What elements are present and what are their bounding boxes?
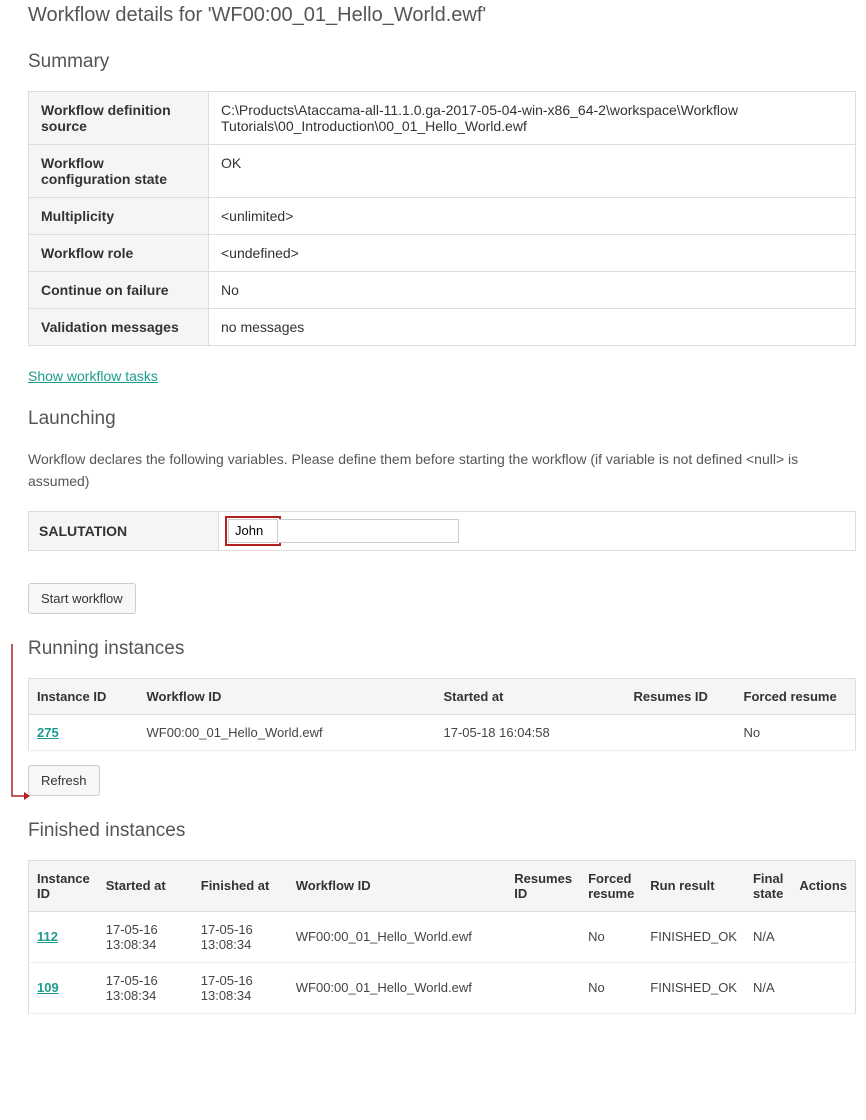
col-resumes-id: Resumes ID <box>626 678 736 714</box>
refresh-button[interactable]: Refresh <box>28 765 100 796</box>
summary-label: Multiplicity <box>29 198 209 235</box>
variable-cell <box>219 511 856 550</box>
variable-label: SALUTATION <box>29 511 219 550</box>
summary-label: Workflow definition source <box>29 92 209 145</box>
summary-value: No <box>209 272 856 309</box>
cell-actions <box>791 911 855 962</box>
summary-row: Workflow definition sourceC:\Products\At… <box>29 92 856 145</box>
table-row: 275 WF00:00_01_Hello_World.ewf 17-05-18 … <box>29 714 856 750</box>
col-resumes-id: Resumes ID <box>506 860 580 911</box>
col-run-result: Run result <box>642 860 745 911</box>
summary-label: Continue on failure <box>29 272 209 309</box>
col-workflow-id: Workflow ID <box>288 860 507 911</box>
launching-heading: Launching <box>28 408 856 430</box>
summary-row: Continue on failureNo <box>29 272 856 309</box>
cell-workflow-id: WF00:00_01_Hello_World.ewf <box>288 911 507 962</box>
summary-row: Workflow configuration stateOK <box>29 145 856 198</box>
instance-id-link[interactable]: 275 <box>37 725 59 740</box>
col-actions: Actions <box>791 860 855 911</box>
salutation-input[interactable] <box>228 519 278 543</box>
cell-started-at: 17-05-16 13:08:34 <box>98 962 193 1013</box>
cell-forced-resume: No <box>580 911 642 962</box>
summary-value: OK <box>209 145 856 198</box>
cell-run-result: FINISHED_OK <box>642 962 745 1013</box>
cell-final-state: N/A <box>745 962 791 1013</box>
launching-variables-table: SALUTATION <box>28 511 856 551</box>
summary-label: Validation messages <box>29 309 209 346</box>
show-workflow-tasks-link[interactable]: Show workflow tasks <box>28 368 158 384</box>
cell-resumes-id <box>506 911 580 962</box>
highlight-box <box>225 516 281 546</box>
summary-table: Workflow definition sourceC:\Products\At… <box>28 91 856 346</box>
summary-value: <undefined> <box>209 235 856 272</box>
instance-id-link[interactable]: 112 <box>37 929 58 944</box>
cell-run-result: FINISHED_OK <box>642 911 745 962</box>
col-forced-resume: Forced resume <box>736 678 856 714</box>
col-forced-resume: Forced resume <box>580 860 642 911</box>
finished-instances-table: Instance ID Started at Finished at Workf… <box>28 860 856 1014</box>
col-started-at: Started at <box>436 678 626 714</box>
table-row: 109 17-05-16 13:08:34 17-05-16 13:08:34 … <box>29 962 856 1013</box>
col-instance-id: Instance ID <box>29 678 139 714</box>
running-instances-heading: Running instances <box>28 638 856 660</box>
summary-value: C:\Products\Ataccama-all-11.1.0.ga-2017-… <box>209 92 856 145</box>
cell-resumes-id <box>506 962 580 1013</box>
launching-description: Workflow declares the following variable… <box>28 448 856 493</box>
start-workflow-button[interactable]: Start workflow <box>28 583 136 614</box>
col-instance-id: Instance ID <box>29 860 98 911</box>
cell-started-at: 17-05-16 13:08:34 <box>98 911 193 962</box>
cell-started-at: 17-05-18 16:04:58 <box>436 714 626 750</box>
summary-row: Multiplicity<unlimited> <box>29 198 856 235</box>
running-instances-table: Instance ID Workflow ID Started at Resum… <box>28 678 856 751</box>
cell-workflow-id: WF00:00_01_Hello_World.ewf <box>288 962 507 1013</box>
summary-heading: Summary <box>28 51 856 73</box>
col-finished-at: Finished at <box>193 860 288 911</box>
cell-forced-resume: No <box>736 714 856 750</box>
cell-forced-resume: No <box>580 962 642 1013</box>
col-workflow-id: Workflow ID <box>139 678 436 714</box>
salutation-input-extra[interactable] <box>279 519 459 543</box>
table-row: 112 17-05-16 13:08:34 17-05-16 13:08:34 … <box>29 911 856 962</box>
cell-finished-at: 17-05-16 13:08:34 <box>193 962 288 1013</box>
col-final-state: Final state <box>745 860 791 911</box>
summary-row: Workflow role<undefined> <box>29 235 856 272</box>
summary-value: no messages <box>209 309 856 346</box>
cell-actions <box>791 962 855 1013</box>
col-started-at: Started at <box>98 860 193 911</box>
summary-label: Workflow configuration state <box>29 145 209 198</box>
instance-id-link[interactable]: 109 <box>37 980 59 995</box>
finished-instances-heading: Finished instances <box>28 820 856 842</box>
summary-row: Validation messagesno messages <box>29 309 856 346</box>
cell-resumes-id <box>626 714 736 750</box>
page-title: Workflow details for 'WF00:00_01_Hello_W… <box>28 4 856 27</box>
cell-finished-at: 17-05-16 13:08:34 <box>193 911 288 962</box>
cell-final-state: N/A <box>745 911 791 962</box>
summary-value: <unlimited> <box>209 198 856 235</box>
summary-label: Workflow role <box>29 235 209 272</box>
cell-workflow-id: WF00:00_01_Hello_World.ewf <box>139 714 436 750</box>
